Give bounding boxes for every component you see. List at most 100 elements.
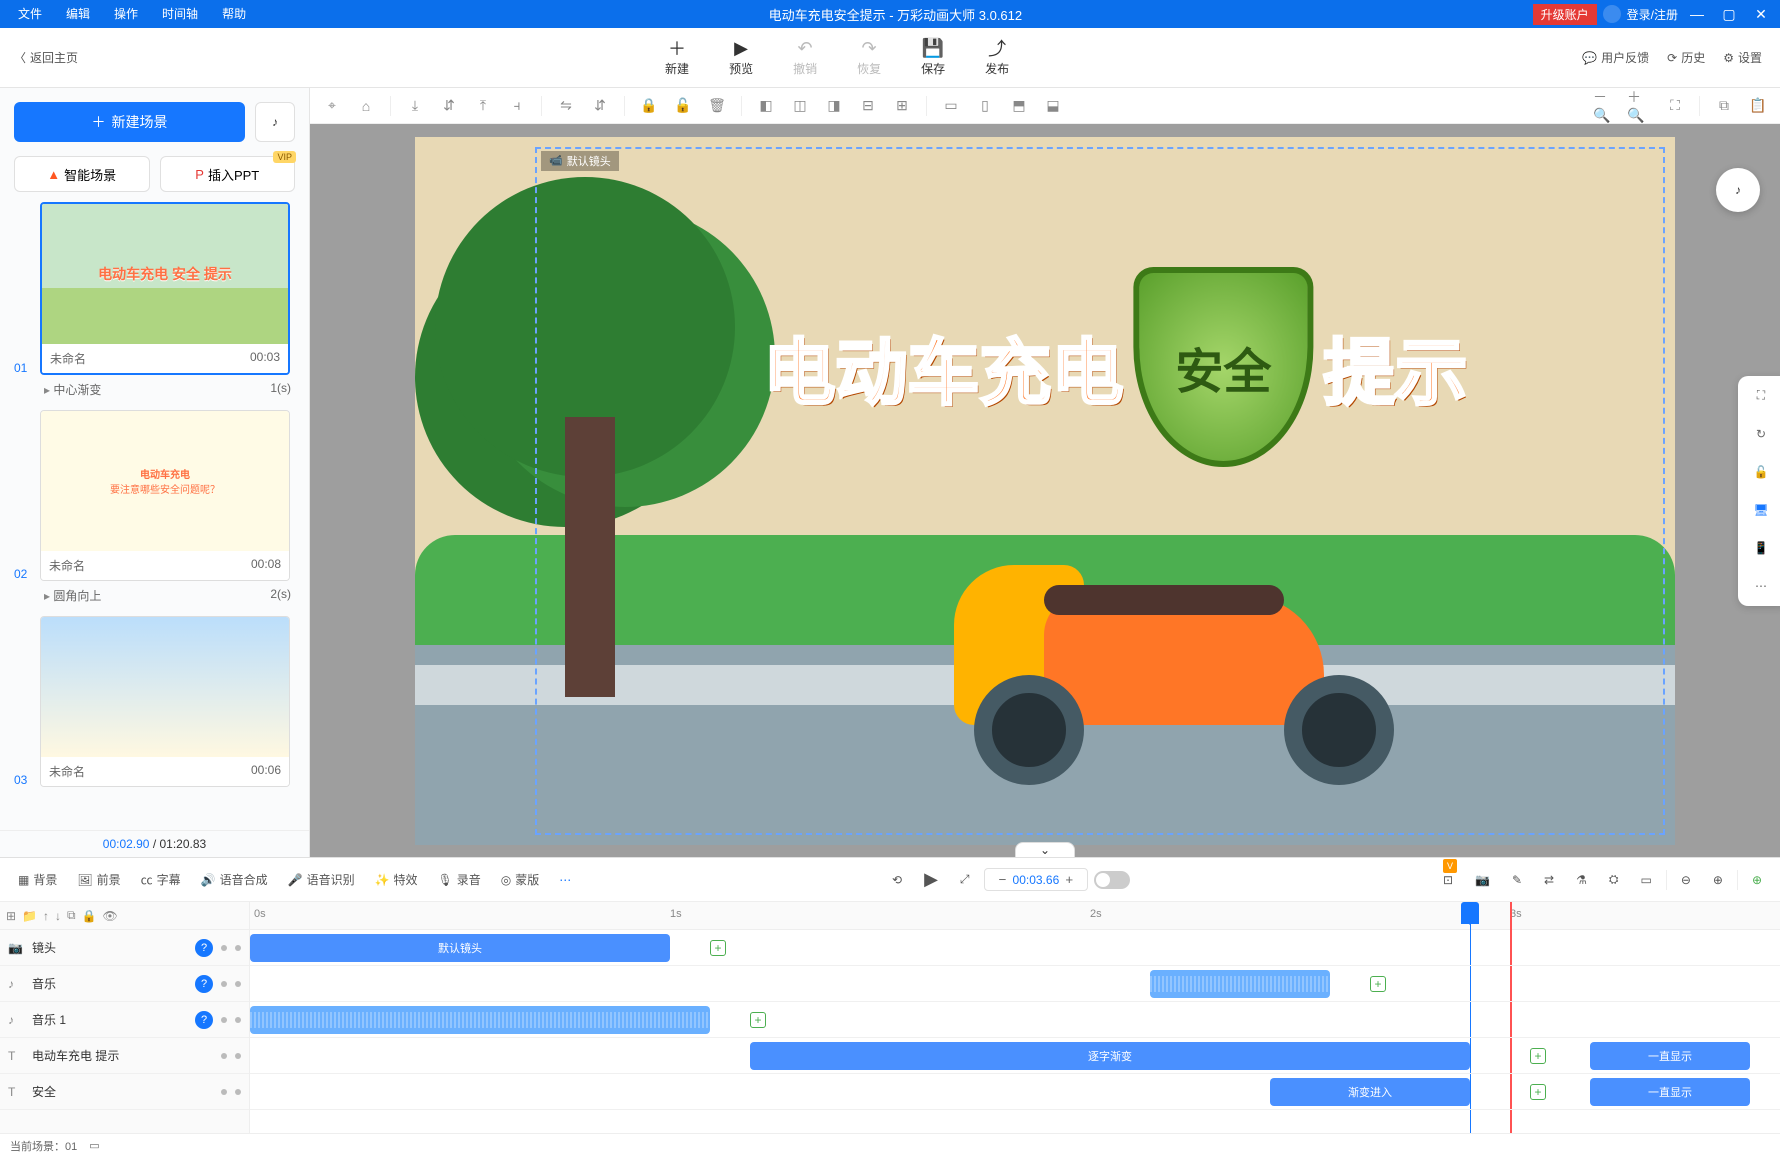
kf-dot[interactable] — [221, 1053, 227, 1059]
sort-up-icon[interactable]: ↑ — [43, 909, 49, 923]
text-clip[interactable]: 渐变进入 — [1270, 1078, 1470, 1106]
menu-action[interactable]: 操作 — [102, 0, 150, 28]
kf-dot[interactable] — [221, 945, 227, 951]
align-v-icon[interactable]: ⊟ — [854, 92, 882, 120]
text-tail-clip[interactable]: 一直显示 — [1590, 1042, 1750, 1070]
collapse-panel-button[interactable]: ⌄ — [1015, 842, 1075, 857]
zoom-out-timeline-icon[interactable]: ⊖ — [1673, 869, 1699, 891]
track-area[interactable]: 0s 1s 2s 3s 默认镜头 + + + 逐字渐变 + — [250, 902, 1780, 1133]
track-music1[interactable]: + — [250, 1002, 1780, 1038]
kf-dot[interactable] — [221, 981, 227, 987]
text-tail-clip[interactable]: 一直显示 — [1590, 1078, 1750, 1106]
track-text1[interactable]: 逐字渐变 + 一直显示 — [250, 1038, 1780, 1074]
distribute-icon[interactable]: ⫞ — [503, 92, 531, 120]
camera-frame[interactable] — [535, 147, 1665, 835]
track-music[interactable]: + — [250, 966, 1780, 1002]
menu-file[interactable]: 文件 — [6, 0, 54, 28]
scene-item-1[interactable]: 01 电动车充电 安全 提示 未命名00:03 ▸ 中心渐变1(s) — [14, 202, 295, 404]
login-link[interactable]: 登录/注册 — [1627, 6, 1678, 23]
align-h-icon[interactable]: ⊞ — [888, 92, 916, 120]
desktop-icon[interactable]: 🖥 — [1749, 498, 1773, 522]
flip-h-icon[interactable]: ⇋ — [552, 92, 580, 120]
upgrade-account-button[interactable]: 升级账户 — [1533, 4, 1597, 25]
kf-dot[interactable] — [221, 1089, 227, 1095]
visibility-icon[interactable]: 👁 — [103, 909, 118, 923]
audio-clip[interactable] — [1150, 970, 1330, 998]
align-center-icon[interactable]: ◫ — [786, 92, 814, 120]
track-camera[interactable]: 默认镜头 + — [250, 930, 1780, 966]
menu-help[interactable]: 帮助 — [210, 0, 258, 28]
redo-button[interactable]: ↷恢复 — [857, 38, 881, 77]
menu-edit[interactable]: 编辑 — [54, 0, 102, 28]
bg-button[interactable]: ▦背景 — [10, 867, 65, 892]
track-header-text2[interactable]: T安全 — [0, 1074, 249, 1110]
align-middle-icon[interactable]: ⇵ — [435, 92, 463, 120]
align-bottom-icon[interactable]: ⤓ — [401, 92, 429, 120]
add-keyframe-button[interactable]: + — [750, 1012, 766, 1028]
align-top-icon[interactable]: ⤒ — [469, 92, 497, 120]
help-icon[interactable]: ? — [195, 1011, 213, 1029]
add-keyframe-button[interactable]: + — [710, 940, 726, 956]
track-header-music1[interactable]: ♪音乐 1? — [0, 1002, 249, 1038]
record-button[interactable]: 🎙录音 — [430, 867, 489, 892]
playhead-marker[interactable] — [1461, 902, 1479, 924]
expand-icon[interactable]: ⛶ — [1749, 384, 1773, 408]
feedback-link[interactable]: 💬用户反馈 — [1582, 49, 1649, 66]
scene-item-3[interactable]: 03 未命名00:06 — [14, 616, 295, 787]
track-text2[interactable]: 渐变进入 + 一直显示 — [250, 1074, 1780, 1110]
subtitle-button[interactable]: ㏄字幕 — [133, 867, 189, 892]
paste-icon[interactable]: 📋 — [1744, 92, 1772, 120]
stage[interactable]: 电动车充电 安全 提示 📹默认镜头 — [415, 137, 1675, 845]
scene-transition[interactable]: ▸ 中心渐变1(s) — [40, 375, 295, 404]
keyframe-tool-icon[interactable]: ⊡V — [1435, 869, 1461, 891]
new-folder-icon[interactable]: 📁 — [22, 909, 37, 923]
zoom-in-timeline-icon[interactable]: ⊕ — [1705, 869, 1731, 891]
align-left-icon[interactable]: ◧ — [752, 92, 780, 120]
menu-timeline[interactable]: 时间轴 — [150, 0, 210, 28]
publish-button[interactable]: ⤴发布 — [985, 38, 1009, 77]
snap-toggle[interactable] — [1094, 871, 1130, 889]
scene-transition[interactable]: ▸ 圆角向上2(s) — [40, 581, 295, 610]
maximize-button[interactable]: ▢ — [1716, 6, 1742, 23]
fullscreen-button[interactable]: ⤢ — [952, 868, 978, 891]
back-home-button[interactable]: 〈 返回主页 — [0, 49, 92, 66]
lock-icon[interactable]: 🔓 — [1749, 460, 1773, 484]
add-track-button[interactable]: ⊕ — [1744, 869, 1770, 891]
edit-tool-icon[interactable]: ✎ — [1504, 869, 1530, 891]
restart-button[interactable]: ⟲ — [884, 869, 910, 891]
insert-ppt-button[interactable]: P插入PPTVIP — [160, 156, 296, 192]
float-music-button[interactable]: ♪ — [1716, 168, 1760, 212]
music-button[interactable]: ♪ — [255, 102, 295, 142]
tts-button[interactable]: 🔊语音合成 — [193, 867, 276, 892]
audio-clip[interactable] — [250, 1006, 710, 1034]
kf-dot[interactable] — [221, 1017, 227, 1023]
lock-track-icon[interactable]: 🔒 — [82, 909, 97, 923]
kf-dot[interactable] — [235, 1089, 241, 1095]
kf-dot[interactable] — [235, 945, 241, 951]
more-icon[interactable]: ⋯ — [1749, 574, 1773, 598]
help-icon[interactable]: ? — [195, 939, 213, 957]
save-button[interactable]: 💾保存 — [921, 38, 945, 77]
minimize-button[interactable]: — — [1684, 6, 1710, 22]
ai-scene-button[interactable]: ▲智能场景 — [14, 156, 150, 192]
kf-dot[interactable] — [235, 981, 241, 987]
unlock-icon[interactable]: 🔓 — [669, 92, 697, 120]
layer-back-icon[interactable]: ▯ — [971, 92, 999, 120]
snapshot-icon[interactable]: 📷 — [1467, 869, 1498, 891]
status-layers-icon[interactable]: ▭ — [89, 1139, 99, 1152]
layer-down-icon[interactable]: ⬓ — [1039, 92, 1067, 120]
track-header-camera[interactable]: 📷镜头? — [0, 930, 249, 966]
new-scene-button[interactable]: ＋新建场景 — [14, 102, 245, 142]
cursor-tool-icon[interactable]: ⌖ — [318, 92, 346, 120]
fit-icon[interactable]: ⛶ — [1661, 92, 1689, 120]
zoom-out-icon[interactable]: －🔍 — [1593, 92, 1621, 120]
mask-button[interactable]: ◎蒙版 — [493, 867, 548, 892]
rotate-icon[interactable]: ↻ — [1749, 422, 1773, 446]
group-tool-icon[interactable]: ▭ — [1632, 869, 1659, 891]
flip-v-icon[interactable]: ⇵ — [586, 92, 614, 120]
layer-front-icon[interactable]: ▭ — [937, 92, 965, 120]
delete-icon[interactable]: 🗑 — [703, 92, 731, 120]
preview-button[interactable]: ▶预览 — [729, 38, 753, 77]
sort-down-icon[interactable]: ↓ — [55, 909, 61, 923]
copy-icon[interactable]: ⧉ — [1710, 92, 1738, 120]
